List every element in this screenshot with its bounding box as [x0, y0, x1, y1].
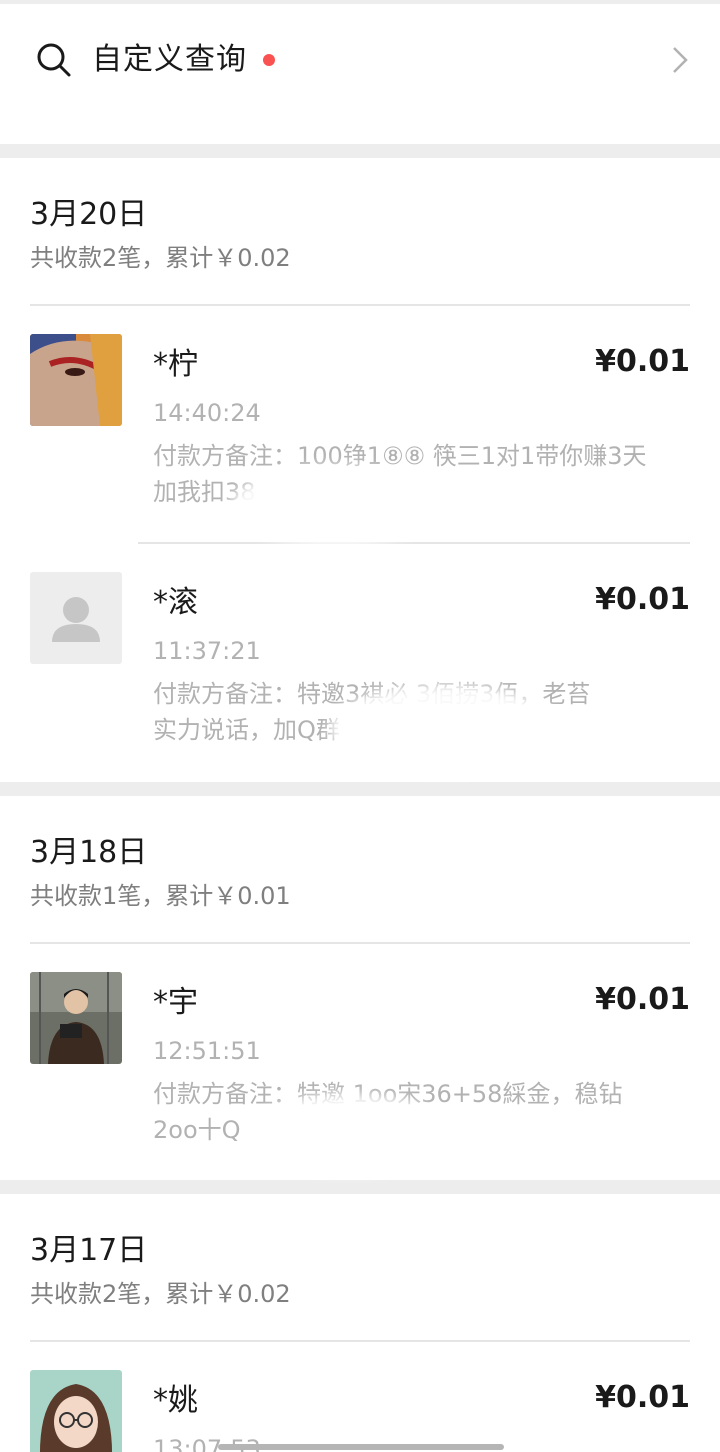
- day-section: 3月17日 共收款2笔，累计￥0.02 *姚 ¥0.01 13:07:53: [0, 1194, 720, 1452]
- day-summary: 共收款2笔，累计￥0.02: [30, 1280, 291, 1308]
- payer-note-line: 付款方备注：100铮1⑧⑧ 筷三1对1带你赚3天: [153, 442, 647, 470]
- payment-record[interactable]: *宇 ¥0.01 12:51:51 付款方备注：特邀 1oo宋36+58綵金，稳…: [0, 944, 720, 1180]
- custom-query-bar[interactable]: 自定义查询: [0, 4, 720, 144]
- redaction-blur: [230, 466, 440, 546]
- custom-query-label: 自定义查询: [92, 42, 247, 77]
- day-date: 3月18日: [30, 835, 148, 870]
- section-gap: [0, 144, 720, 158]
- payer-name: *宇: [153, 985, 198, 1020]
- payment-time: 14:40:24: [153, 399, 261, 427]
- amount: ¥0.01: [595, 981, 690, 1017]
- redaction-blur: [330, 684, 560, 774]
- day-summary: 共收款2笔，累计￥0.02: [30, 244, 291, 272]
- payment-time: 11:37:21: [153, 637, 261, 665]
- day-date: 3月20日: [30, 197, 148, 232]
- payer-avatar: [30, 1370, 122, 1452]
- payer-name: *姚: [153, 1383, 198, 1418]
- amount: ¥0.01: [595, 343, 690, 379]
- new-badge-dot: [263, 54, 275, 66]
- payer-avatar: [30, 972, 122, 1064]
- day-section: 3月18日 共收款1笔，累计￥0.01 *宇 ¥0.01 12:51:51 付款…: [0, 796, 720, 1180]
- section-gap: [0, 782, 720, 796]
- payment-record[interactable]: *柠 ¥0.01 14:40:24 付款方备注：100铮1⑧⑧ 筷三1对1带你赚…: [0, 306, 720, 546]
- amount: ¥0.01: [595, 1379, 690, 1415]
- payer-name: *滚: [153, 585, 198, 620]
- amount: ¥0.01: [595, 581, 690, 617]
- section-gap: [0, 1180, 720, 1194]
- chevron-right-icon: [673, 47, 688, 73]
- payer-avatar: [30, 334, 122, 426]
- redaction-blur: [250, 1094, 450, 1174]
- day-date: 3月17日: [30, 1233, 148, 1268]
- home-indicator[interactable]: [218, 1444, 504, 1450]
- search-icon: [37, 43, 71, 77]
- day-summary: 共收款1笔，累计￥0.01: [30, 882, 291, 910]
- payer-name: *柠: [153, 347, 198, 382]
- day-header: 3月20日 共收款2笔，累计￥0.02: [0, 158, 720, 304]
- day-section: 3月20日 共收款2笔，累计￥0.02 *柠 ¥0.01 14:40:24 付款…: [0, 158, 720, 782]
- payment-record[interactable]: *滚 ¥0.01 11:37:21 付款方备注：特邀3褀必 3佰捞3佰，老苔 实…: [0, 544, 720, 782]
- day-header: 3月17日 共收款2笔，累计￥0.02: [0, 1194, 720, 1340]
- day-header: 3月18日 共收款1笔，累计￥0.01: [0, 796, 720, 942]
- payer-avatar: [30, 572, 122, 664]
- payment-record[interactable]: *姚 ¥0.01 13:07:53: [0, 1342, 720, 1452]
- payment-time: 12:51:51: [153, 1037, 261, 1065]
